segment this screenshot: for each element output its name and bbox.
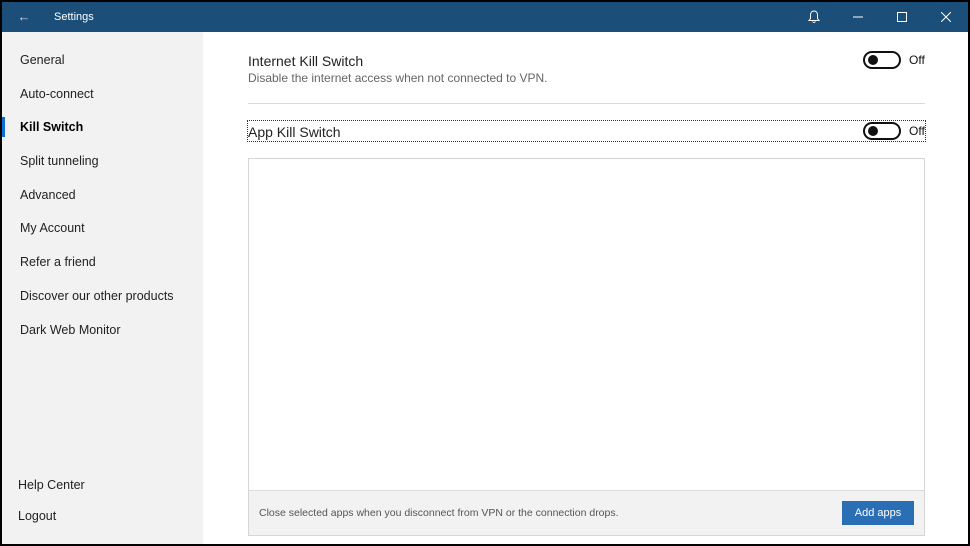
sidebar-item-label: Discover our other products: [20, 289, 174, 303]
sidebar-item-refer-a-friend[interactable]: Refer a friend: [2, 249, 203, 275]
minimize-icon[interactable]: [836, 2, 880, 32]
internet-kill-switch-toggle[interactable]: [863, 51, 901, 69]
title-bar: ← Settings: [2, 2, 968, 32]
settings-content: Internet Kill Switch Disable the interne…: [203, 32, 968, 544]
help-center-label: Help Center: [18, 478, 85, 492]
sidebar-item-label: My Account: [20, 221, 85, 235]
sidebar-item-advanced[interactable]: Advanced: [2, 182, 203, 208]
apps-list-footer: Close selected apps when you disconnect …: [249, 490, 924, 535]
close-icon[interactable]: [924, 2, 968, 32]
toggle-knob: [868, 126, 878, 136]
sidebar-item-auto-connect[interactable]: Auto-connect: [2, 81, 203, 107]
logout-label: Logout: [18, 509, 57, 523]
logout-link[interactable]: Logout: [2, 505, 203, 527]
back-arrow-icon[interactable]: ←: [14, 8, 34, 26]
sidebar-item-label: Auto-connect: [20, 87, 94, 101]
apps-footer-hint: Close selected apps when you disconnect …: [259, 507, 619, 519]
active-indicator: [2, 117, 5, 137]
section-divider: [248, 103, 925, 104]
app-kill-switch-state: Off: [909, 124, 925, 138]
app-kill-switch-row[interactable]: [247, 120, 926, 142]
sidebar: General Auto-connect Kill Switch Split t…: [2, 32, 203, 544]
selected-apps-list[interactable]: Close selected apps when you disconnect …: [248, 158, 925, 536]
sidebar-item-label: General: [20, 53, 65, 67]
sidebar-item-split-tunneling[interactable]: Split tunneling: [2, 148, 203, 174]
window-title: Settings: [54, 11, 94, 23]
sidebar-item-general[interactable]: General: [2, 47, 203, 73]
app-kill-switch-toggle[interactable]: [863, 122, 901, 140]
bell-icon[interactable]: [792, 2, 836, 32]
sidebar-item-label: Kill Switch: [20, 120, 84, 134]
sidebar-item-label: Advanced: [20, 188, 76, 202]
sidebar-item-label: Split tunneling: [20, 154, 99, 168]
settings-window: ← Settings General Auto-connect Kill Swi…: [2, 2, 968, 544]
sidebar-item-label: Refer a friend: [20, 255, 96, 269]
sidebar-item-label: Dark Web Monitor: [20, 323, 121, 337]
sidebar-item-discover-products[interactable]: Discover our other products: [2, 283, 203, 309]
internet-kill-switch-description: Disable the internet access when not con…: [248, 71, 548, 85]
sidebar-item-dark-web-monitor[interactable]: Dark Web Monitor: [2, 317, 203, 343]
maximize-icon[interactable]: [880, 2, 924, 32]
toggle-knob: [868, 55, 878, 65]
sidebar-item-my-account[interactable]: My Account: [2, 215, 203, 241]
internet-kill-switch-title: Internet Kill Switch: [248, 53, 364, 69]
add-apps-button[interactable]: Add apps: [842, 501, 914, 525]
help-center-link[interactable]: Help Center: [2, 474, 203, 496]
app-kill-switch-title: App Kill Switch: [248, 124, 341, 140]
internet-kill-switch-state: Off: [909, 53, 925, 67]
sidebar-item-kill-switch[interactable]: Kill Switch: [2, 114, 203, 140]
